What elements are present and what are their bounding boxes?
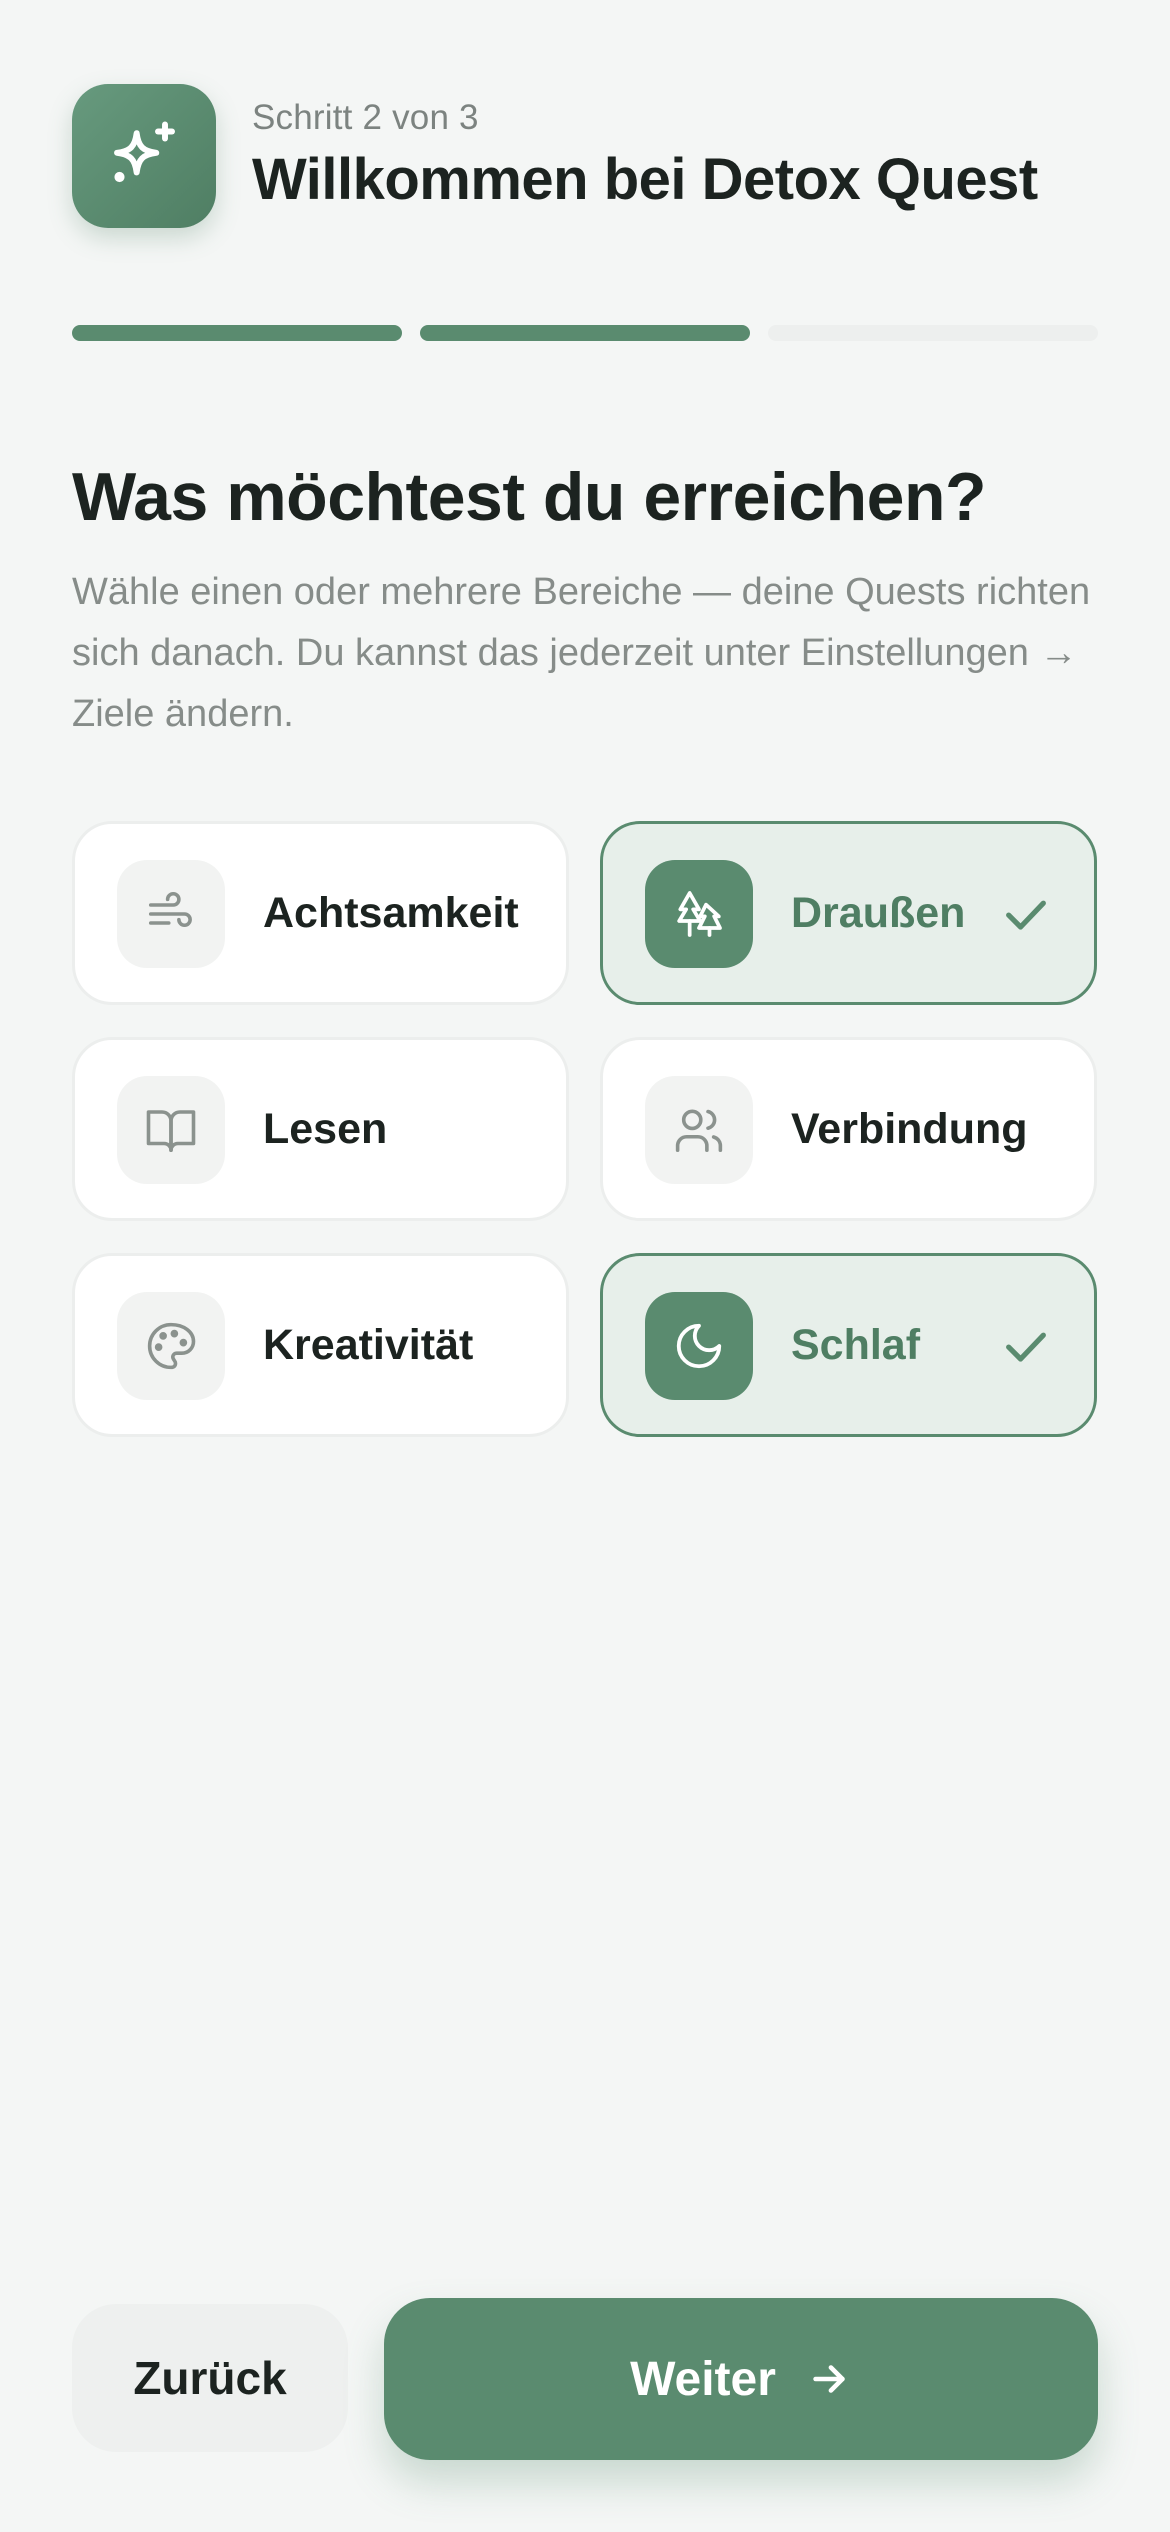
goal-label: Lesen [263,1104,388,1153]
progress-segment [420,325,750,341]
goal-option-kreativitaet[interactable]: Kreativität [72,1253,569,1437]
book-open-icon [117,1076,225,1184]
question-title: Was möchtest du erreichen? [72,459,987,535]
question-subtitle: Wähle einen oder mehrere Bereiche — dein… [72,571,1091,735]
goal-option-verbindung[interactable]: Verbindung [600,1037,1097,1221]
goal-label: Achtsamkeit [263,888,519,937]
progress-segment [72,325,402,341]
step-indicator: Schritt 2 von 3 [252,98,479,137]
progress-segment [768,325,1098,341]
goal-option-draussen[interactable]: Draußen [600,821,1097,1005]
goal-label: Verbindung [791,1104,1028,1153]
back-button[interactable]: Zurück [72,2304,348,2452]
goal-option-lesen[interactable]: Lesen [72,1037,569,1221]
onboarding-screen: Schritt 2 von 3 Willkommen bei Detox Que… [0,0,1170,2532]
goal-label: Draußen [791,888,966,937]
palette-icon [117,1292,225,1400]
next-button-label: Weiter [630,2352,776,2406]
checkmark-icon [1006,900,1046,930]
wind-icon [117,860,225,968]
next-button[interactable]: Weiter [384,2298,1098,2460]
goal-option-schlaf[interactable]: Schlaf [600,1253,1097,1437]
goal-option-achtsamkeit[interactable]: Achtsamkeit [72,821,569,1005]
page-title: Willkommen bei Detox Quest [252,147,1038,212]
progress-bar [72,325,1098,341]
back-button-label: Zurück [133,2352,287,2404]
arrow-right-icon [813,2365,845,2393]
moon-icon [645,1292,753,1400]
trees-icon [645,860,753,968]
goal-label: Schlaf [791,1320,921,1369]
users-icon [645,1076,753,1184]
checkmark-icon [1006,1332,1046,1362]
sparkles-icon [72,84,216,228]
goal-label: Kreativität [263,1320,474,1369]
